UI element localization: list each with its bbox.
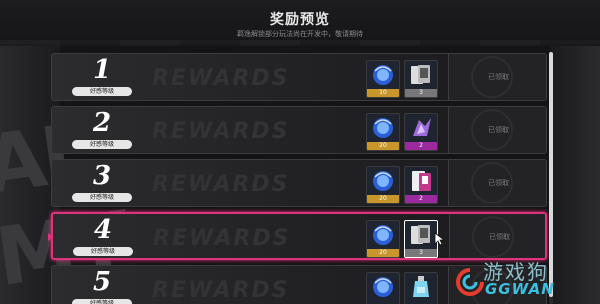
reward-row[interactable]: REWARDS 1 好感等级 10 3 已领取 <box>51 53 547 101</box>
reward-item[interactable]: 20 <box>366 113 400 151</box>
page-title: 奖励预览 <box>270 12 330 28</box>
level-label: 好感等级 <box>72 87 132 96</box>
reward-row[interactable]: REWARDS 3 好感等级 20 2 已领取 <box>51 159 547 207</box>
header-strip <box>0 40 600 46</box>
level-label: 好感等级 <box>72 140 132 149</box>
level-label: 好感等级 <box>72 299 132 304</box>
item-count: 3 <box>405 89 437 97</box>
reward-item[interactable]: 20 <box>366 166 400 204</box>
pink-card-icon <box>412 171 431 191</box>
reward-item-highlighted[interactable]: 3 <box>404 220 438 258</box>
claimed-label: 已领取 <box>488 179 509 187</box>
cards-icon <box>411 225 430 244</box>
rewards-watermark: REWARDS <box>152 278 290 303</box>
item-count: 20 <box>367 195 399 203</box>
claim-panel[interactable]: 已领取 <box>448 160 546 206</box>
level-number: 4 <box>93 215 113 245</box>
rewards-watermark: REWARDS <box>153 226 291 251</box>
page-subtitle: 羁逸解锁部分玩法尚在开发中，敬请期待 <box>237 30 363 38</box>
blue-orb-icon <box>373 171 393 191</box>
level-label: 好感等级 <box>72 193 132 202</box>
claim-panel[interactable]: 已领取 <box>449 214 545 258</box>
item-count: 2 <box>405 142 437 150</box>
item-count: 20 <box>367 142 399 150</box>
blue-orb-icon <box>373 225 393 245</box>
reward-item[interactable]: 20 <box>366 220 400 258</box>
level-label: 好感等级 <box>73 247 133 256</box>
blue-orb-icon <box>373 65 393 85</box>
item-count: 3 <box>405 249 437 257</box>
claimed-label: 已领取 <box>488 73 509 81</box>
blue-orb-icon <box>373 118 393 138</box>
potion-icon <box>413 276 429 297</box>
mouse-cursor-icon <box>434 232 444 246</box>
level-number: 2 <box>92 108 112 138</box>
cards-icon <box>411 65 430 84</box>
reward-item[interactable]: 10 <box>366 60 400 98</box>
reward-row-selected[interactable]: REWARDS 4 好感等级 20 3 已领取 <box>51 212 547 260</box>
item-count: 20 <box>367 249 399 257</box>
reward-item[interactable]: 2 <box>404 166 438 204</box>
reward-item[interactable] <box>404 272 438 304</box>
logo-swirl-icon <box>456 268 484 296</box>
rewards-watermark: REWARDS <box>152 119 290 144</box>
level-number: 3 <box>92 161 112 191</box>
reward-row[interactable]: REWARDS 2 好感等级 20 2 已领取 <box>51 106 547 154</box>
claim-panel[interactable]: 已领取 <box>448 107 546 153</box>
reward-item[interactable] <box>366 272 400 304</box>
level-number: 1 <box>92 55 112 85</box>
rewards-watermark: REWARDS <box>152 172 290 197</box>
reward-item[interactable]: 2 <box>404 113 438 151</box>
claimed-label: 已领取 <box>488 126 509 134</box>
item-count: 2 <box>405 195 437 203</box>
logo-english-text: GGWAN <box>485 280 555 298</box>
claim-panel[interactable]: 已领取 <box>448 54 546 100</box>
site-watermark-logo: 游戏狗 GGWAN <box>455 256 600 304</box>
level-number: 5 <box>92 267 112 297</box>
page-header: 奖励预览 羁逸解锁部分玩法尚在开发中，敬请期待 <box>0 0 600 46</box>
claimed-label: 已领取 <box>489 233 510 241</box>
purple-crystal-icon <box>413 118 431 136</box>
reward-item[interactable]: 3 <box>404 60 438 98</box>
rewards-watermark: REWARDS <box>152 66 290 91</box>
item-count: 10 <box>367 89 399 97</box>
blue-orb-icon <box>373 277 393 297</box>
